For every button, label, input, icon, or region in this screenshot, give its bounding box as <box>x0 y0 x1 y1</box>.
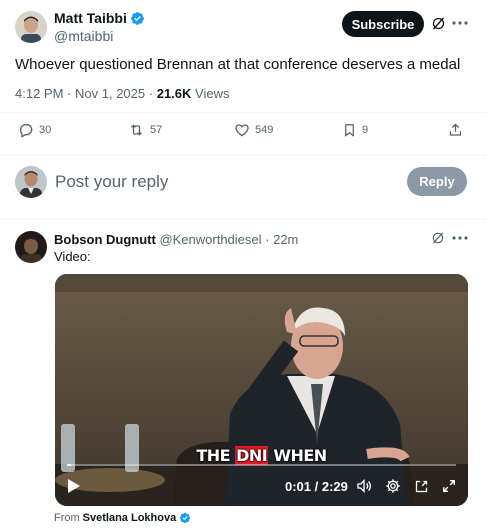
bookmark-count: 9 <box>362 124 369 136</box>
reply-action[interactable]: 30 <box>18 122 51 138</box>
play-icon[interactable] <box>65 477 83 495</box>
bookmark-action[interactable]: 9 <box>342 122 368 138</box>
divider-compose <box>0 219 487 220</box>
post-meta: 4:12 PM · Nov 1, 2025 · 21.6K Views <box>15 86 230 101</box>
video-caption: THE DNI WHEN <box>55 446 468 465</box>
video-progress-bar[interactable] <box>67 464 456 466</box>
meta-separator: · <box>67 86 72 101</box>
reply-text: Video: <box>54 249 91 264</box>
reply-button[interactable]: Reply <box>407 167 467 196</box>
from-label: From <box>54 512 80 524</box>
video-source: From Svetlana Lokhova <box>54 512 191 524</box>
picture-in-picture-icon[interactable] <box>412 477 430 495</box>
share-action[interactable] <box>448 122 463 138</box>
reply-author-handle[interactable]: @Kenworthdiesel <box>159 232 261 247</box>
current-user-avatar[interactable] <box>15 166 47 198</box>
author-name[interactable]: Matt Taibbi <box>54 10 145 26</box>
heart-icon <box>235 124 249 137</box>
volume-icon[interactable] <box>355 477 373 495</box>
caption-highlight: DNI <box>235 446 269 465</box>
action-bar: 30 57 549 9 <box>0 122 487 146</box>
video-time: 0:01 / 2:29 <box>285 479 348 494</box>
settings-gear-icon[interactable] <box>384 477 402 495</box>
post-text: Whoever questioned Brennan at that confe… <box>15 56 461 73</box>
share-icon <box>449 123 462 136</box>
repost-action[interactable]: 57 <box>128 122 162 138</box>
reply-grok-icon[interactable] <box>430 230 446 246</box>
from-name[interactable]: Svetlana Lokhova <box>83 512 177 524</box>
author-name-text[interactable]: Matt Taibbi <box>54 10 127 26</box>
video-player[interactable]: THE DNI WHEN 0:01 / 2:29 <box>55 274 468 506</box>
reply-age[interactable]: · 22m <box>265 232 298 247</box>
views-count: 21.6K <box>156 86 192 101</box>
author-handle[interactable]: @mtaibbi <box>54 28 113 44</box>
reply-count: 30 <box>39 124 52 136</box>
bookmark-icon <box>345 124 354 137</box>
meta-separator-2: · <box>148 86 154 101</box>
post-time[interactable]: 4:12 PM <box>15 86 63 101</box>
like-action[interactable]: 549 <box>234 122 273 138</box>
caption-post: WHEN <box>268 446 327 465</box>
verified-badge-icon <box>180 512 191 524</box>
reply-author-avatar[interactable] <box>15 231 47 263</box>
more-options-icon[interactable] <box>451 15 469 31</box>
author-avatar[interactable] <box>15 11 47 43</box>
reply-composer: Post your reply Reply <box>0 160 487 210</box>
reply-author-name[interactable]: Bobson Dugnutt <box>54 232 156 247</box>
post-date[interactable]: Nov 1, 2025 <box>75 86 145 101</box>
caption-pre: THE <box>196 446 236 465</box>
repost-count: 57 <box>150 124 163 136</box>
reply-input[interactable]: Post your reply <box>55 172 168 192</box>
like-count: 549 <box>255 124 274 136</box>
reply-more-options-icon[interactable] <box>451 230 469 246</box>
grok-icon[interactable] <box>430 15 446 31</box>
verified-badge-icon <box>130 11 144 25</box>
reply-author-line: Bobson Dugnutt @Kenworthdiesel · 22m <box>54 232 298 247</box>
fullscreen-icon[interactable] <box>440 477 458 495</box>
divider-actions <box>0 155 487 156</box>
repost-icon <box>131 124 142 136</box>
subscribe-button[interactable]: Subscribe <box>342 11 424 37</box>
video-controls: 0:01 / 2:29 <box>55 472 468 502</box>
video-progress-fill <box>67 464 71 466</box>
divider-top <box>0 112 487 113</box>
views-label: Views <box>195 86 230 101</box>
reply-icon <box>19 124 33 138</box>
